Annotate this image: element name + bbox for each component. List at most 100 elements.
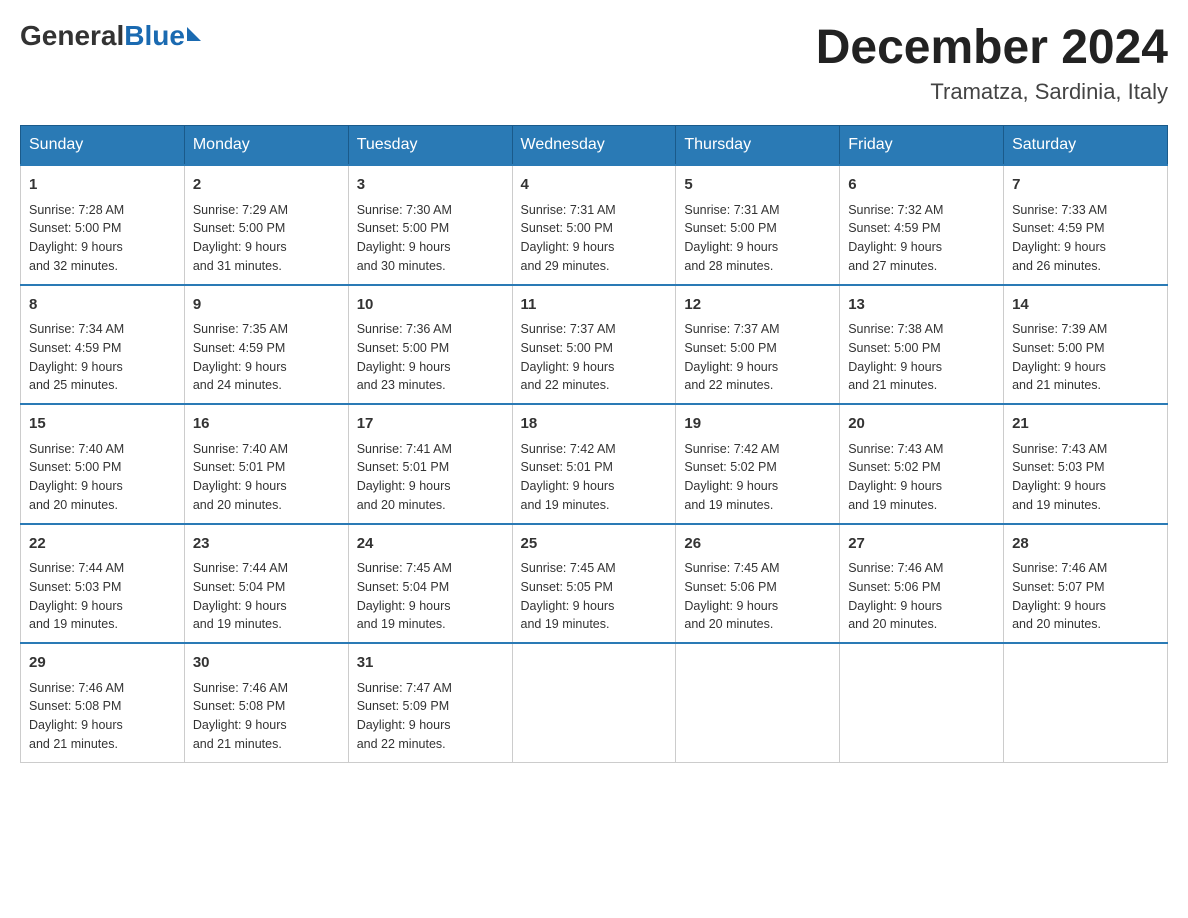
day-number: 6: [848, 174, 995, 197]
calendar-day-30: 30 Sunrise: 7:46 AMSunset: 5:08 PMDayligh…: [184, 643, 348, 762]
logo-blue-text: Blue: [124, 20, 185, 52]
calendar-day-24: 24Sunrise: 7:45 AMSunset: 5:04 PMDayligh…: [348, 524, 512, 644]
title-area: December 2024 Tramatza, Sardinia, Italy: [816, 20, 1168, 105]
calendar-day-29: 29 Sunrise: 7:46 AMSunset: 5:08 PMDayligh…: [21, 643, 185, 762]
day-info: Sunrise: 7:37 AMSunset: 5:00 PMDaylight:…: [684, 320, 831, 395]
calendar-day-20: 20 Sunrise: 7:43 AMSunset: 5:02 PMDayligh…: [840, 404, 1004, 524]
calendar-table: SundayMondayTuesdayWednesdayThursdayFrid…: [20, 125, 1168, 763]
calendar-week-row-4: 22 Sunrise: 7:44 AMSunset: 5:03 PMDayligh…: [21, 524, 1168, 644]
day-number: 19: [684, 413, 831, 436]
day-info: Sunrise: 7:28 AMSunset: 5:00 PMDaylight:…: [29, 201, 176, 276]
calendar-day-21: 21Sunrise: 7:43 AMSunset: 5:03 PMDayligh…: [1004, 404, 1168, 524]
calendar-day-14: 14 Sunrise: 7:39 AMSunset: 5:00 PMDayligh…: [1004, 285, 1168, 405]
logo-triangle-icon: [187, 27, 201, 41]
day-number: 1: [29, 174, 176, 197]
day-number: 31: [357, 652, 504, 675]
day-number: 10: [357, 294, 504, 317]
day-number: 4: [521, 174, 668, 197]
location-subtitle: Tramatza, Sardinia, Italy: [816, 79, 1168, 105]
day-info: Sunrise: 7:44 AMSunset: 5:04 PMDaylight:…: [193, 559, 340, 634]
day-number: 14: [1012, 294, 1159, 317]
calendar-day-18: 18Sunrise: 7:42 AMSunset: 5:01 PMDayligh…: [512, 404, 676, 524]
day-info: Sunrise: 7:46 AMSunset: 5:07 PMDaylight:…: [1012, 559, 1159, 634]
calendar-header-sunday: Sunday: [21, 126, 185, 166]
day-number: 30: [193, 652, 340, 675]
day-number: 22: [29, 533, 176, 556]
day-number: 27: [848, 533, 995, 556]
calendar-day-5: 5 Sunrise: 7:31 AMSunset: 5:00 PMDaylight…: [676, 165, 840, 285]
calendar-day-2: 2 Sunrise: 7:29 AMSunset: 5:00 PMDaylight…: [184, 165, 348, 285]
day-info: Sunrise: 7:40 AMSunset: 5:01 PMDaylight:…: [193, 440, 340, 515]
calendar-day-1: 1 Sunrise: 7:28 AMSunset: 5:00 PMDaylight…: [21, 165, 185, 285]
day-number: 29: [29, 652, 176, 675]
day-number: 2: [193, 174, 340, 197]
day-info: Sunrise: 7:40 AMSunset: 5:00 PMDaylight:…: [29, 440, 176, 515]
calendar-day-13: 13Sunrise: 7:38 AMSunset: 5:00 PMDayligh…: [840, 285, 1004, 405]
day-number: 26: [684, 533, 831, 556]
day-info: Sunrise: 7:41 AMSunset: 5:01 PMDaylight:…: [357, 440, 504, 515]
calendar-day-11: 11 Sunrise: 7:37 AMSunset: 5:00 PMDayligh…: [512, 285, 676, 405]
day-info: Sunrise: 7:34 AMSunset: 4:59 PMDaylight:…: [29, 320, 176, 395]
calendar-header-row: SundayMondayTuesdayWednesdayThursdayFrid…: [21, 126, 1168, 166]
day-info: Sunrise: 7:46 AMSunset: 5:06 PMDaylight:…: [848, 559, 995, 634]
day-number: 25: [521, 533, 668, 556]
day-info: Sunrise: 7:42 AMSunset: 5:01 PMDaylight:…: [521, 440, 668, 515]
calendar-day-8: 8Sunrise: 7:34 AMSunset: 4:59 PMDaylight…: [21, 285, 185, 405]
day-number: 11: [521, 294, 668, 317]
day-info: Sunrise: 7:46 AMSunset: 5:08 PMDaylight:…: [29, 679, 176, 754]
calendar-day-19: 19Sunrise: 7:42 AMSunset: 5:02 PMDayligh…: [676, 404, 840, 524]
day-info: Sunrise: 7:29 AMSunset: 5:00 PMDaylight:…: [193, 201, 340, 276]
calendar-header-tuesday: Tuesday: [348, 126, 512, 166]
day-info: Sunrise: 7:43 AMSunset: 5:02 PMDaylight:…: [848, 440, 995, 515]
day-info: Sunrise: 7:35 AMSunset: 4:59 PMDaylight:…: [193, 320, 340, 395]
calendar-day-15: 15 Sunrise: 7:40 AMSunset: 5:00 PMDayligh…: [21, 404, 185, 524]
day-number: 20: [848, 413, 995, 436]
day-info: Sunrise: 7:39 AMSunset: 5:00 PMDaylight:…: [1012, 320, 1159, 395]
day-number: 3: [357, 174, 504, 197]
day-info: Sunrise: 7:45 AMSunset: 5:05 PMDaylight:…: [521, 559, 668, 634]
logo-general-text: General: [20, 20, 124, 52]
calendar-day-6: 6 Sunrise: 7:32 AMSunset: 4:59 PMDaylight…: [840, 165, 1004, 285]
month-title: December 2024: [816, 20, 1168, 75]
day-info: Sunrise: 7:46 AMSunset: 5:08 PMDaylight:…: [193, 679, 340, 754]
calendar-day-22: 22 Sunrise: 7:44 AMSunset: 5:03 PMDayligh…: [21, 524, 185, 644]
calendar-header-saturday: Saturday: [1004, 126, 1168, 166]
day-info: Sunrise: 7:45 AMSunset: 5:06 PMDaylight:…: [684, 559, 831, 634]
calendar-day-4: 4 Sunrise: 7:31 AMSunset: 5:00 PMDaylight…: [512, 165, 676, 285]
calendar-day-9: 9 Sunrise: 7:35 AMSunset: 4:59 PMDaylight…: [184, 285, 348, 405]
day-number: 24: [357, 533, 504, 556]
calendar-day-10: 10 Sunrise: 7:36 AMSunset: 5:00 PMDayligh…: [348, 285, 512, 405]
logo-blue-part: Blue: [124, 20, 201, 52]
calendar-day-17: 17Sunrise: 7:41 AMSunset: 5:01 PMDayligh…: [348, 404, 512, 524]
day-info: Sunrise: 7:32 AMSunset: 4:59 PMDaylight:…: [848, 201, 995, 276]
calendar-header-monday: Monday: [184, 126, 348, 166]
day-number: 12: [684, 294, 831, 317]
day-number: 21: [1012, 413, 1159, 436]
day-info: Sunrise: 7:44 AMSunset: 5:03 PMDaylight:…: [29, 559, 176, 634]
calendar-day-16: 16Sunrise: 7:40 AMSunset: 5:01 PMDayligh…: [184, 404, 348, 524]
day-info: Sunrise: 7:36 AMSunset: 5:00 PMDaylight:…: [357, 320, 504, 395]
day-info: Sunrise: 7:31 AMSunset: 5:00 PMDaylight:…: [521, 201, 668, 276]
calendar-day-23: 23Sunrise: 7:44 AMSunset: 5:04 PMDayligh…: [184, 524, 348, 644]
logo: General Blue: [20, 20, 201, 52]
calendar-empty-cell: [840, 643, 1004, 762]
day-number: 9: [193, 294, 340, 317]
day-number: 15: [29, 413, 176, 436]
calendar-day-12: 12 Sunrise: 7:37 AMSunset: 5:00 PMDayligh…: [676, 285, 840, 405]
calendar-day-31: 31Sunrise: 7:47 AMSunset: 5:09 PMDayligh…: [348, 643, 512, 762]
calendar-week-row-1: 1 Sunrise: 7:28 AMSunset: 5:00 PMDaylight…: [21, 165, 1168, 285]
day-number: 28: [1012, 533, 1159, 556]
day-number: 7: [1012, 174, 1159, 197]
calendar-day-26: 26 Sunrise: 7:45 AMSunset: 5:06 PMDayligh…: [676, 524, 840, 644]
calendar-week-row-5: 29 Sunrise: 7:46 AMSunset: 5:08 PMDayligh…: [21, 643, 1168, 762]
calendar-day-3: 3Sunrise: 7:30 AMSunset: 5:00 PMDaylight…: [348, 165, 512, 285]
calendar-day-28: 28 Sunrise: 7:46 AMSunset: 5:07 PMDayligh…: [1004, 524, 1168, 644]
day-number: 5: [684, 174, 831, 197]
calendar-day-7: 7Sunrise: 7:33 AMSunset: 4:59 PMDaylight…: [1004, 165, 1168, 285]
calendar-empty-cell: [676, 643, 840, 762]
day-info: Sunrise: 7:31 AMSunset: 5:00 PMDaylight:…: [684, 201, 831, 276]
day-info: Sunrise: 7:37 AMSunset: 5:00 PMDaylight:…: [521, 320, 668, 395]
calendar-header-wednesday: Wednesday: [512, 126, 676, 166]
calendar-header-friday: Friday: [840, 126, 1004, 166]
calendar-week-row-3: 15 Sunrise: 7:40 AMSunset: 5:00 PMDayligh…: [21, 404, 1168, 524]
